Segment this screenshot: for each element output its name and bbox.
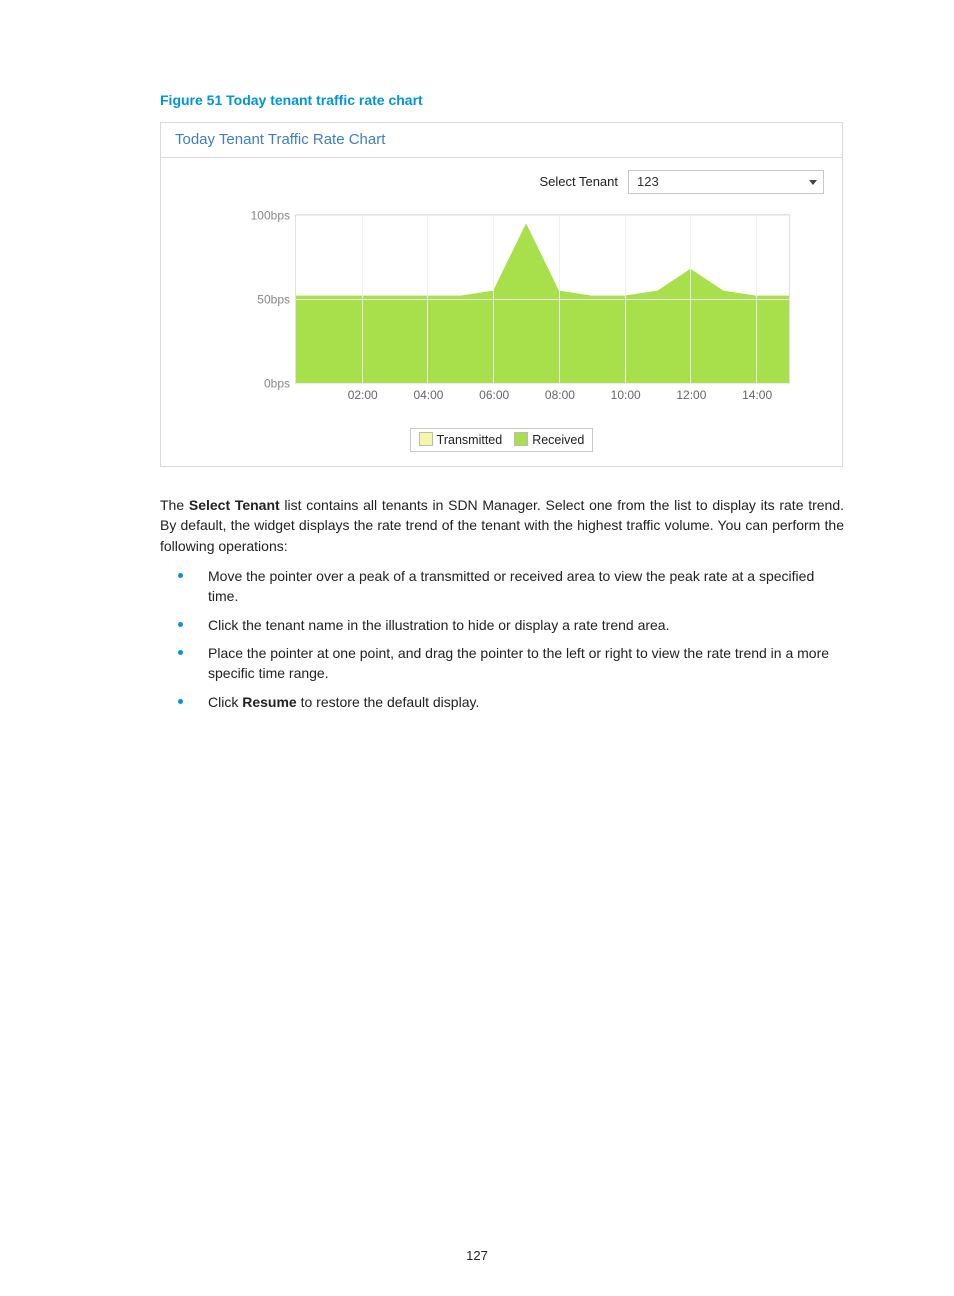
bullet-list: Move the pointer over a peak of a transm… (160, 566, 844, 712)
select-tenant-label: Select Tenant (539, 173, 618, 192)
legend-transmitted[interactable]: Transmitted (419, 431, 503, 449)
y-tick-label: 100bps (251, 207, 290, 224)
x-tick-label: 10:00 (611, 387, 641, 404)
x-tick-label: 02:00 (348, 387, 378, 404)
square-icon (514, 432, 528, 446)
list-item: Click Resume to restore the default disp… (160, 692, 844, 712)
body-paragraph: The Select Tenant list contains all tena… (160, 495, 844, 556)
widget-title: Today Tenant Traffic Rate Chart (161, 123, 842, 158)
x-tick-label: 08:00 (545, 387, 575, 404)
chart-widget: Today Tenant Traffic Rate Chart Select T… (160, 122, 843, 467)
y-tick-label: 50bps (257, 291, 290, 308)
x-tick-label: 12:00 (676, 387, 706, 404)
x-tick-label: 04:00 (413, 387, 443, 404)
y-tick-label: 0bps (264, 375, 290, 392)
chevron-down-icon (809, 180, 817, 185)
legend-received[interactable]: Received (514, 431, 584, 449)
page-number: 127 (0, 1247, 954, 1266)
chart[interactable]: 0bps 50bps 100bps 02:00 04:00 06:00 08:00 10:00… (233, 204, 810, 424)
list-item: Place the pointer at one point, and drag… (160, 643, 844, 684)
x-tick-label: 14:00 (742, 387, 772, 404)
select-tenant-value: 123 (637, 173, 659, 192)
figure-caption: Figure 51 Today tenant traffic rate char… (160, 90, 844, 110)
chart-legend: Transmitted Received (410, 428, 594, 452)
x-tick-label: 06:00 (479, 387, 509, 404)
select-tenant-dropdown[interactable]: 123 (628, 170, 824, 194)
square-icon (419, 432, 433, 446)
list-item: Move the pointer over a peak of a transm… (160, 566, 844, 607)
list-item: Click the tenant name in the illustratio… (160, 615, 844, 635)
